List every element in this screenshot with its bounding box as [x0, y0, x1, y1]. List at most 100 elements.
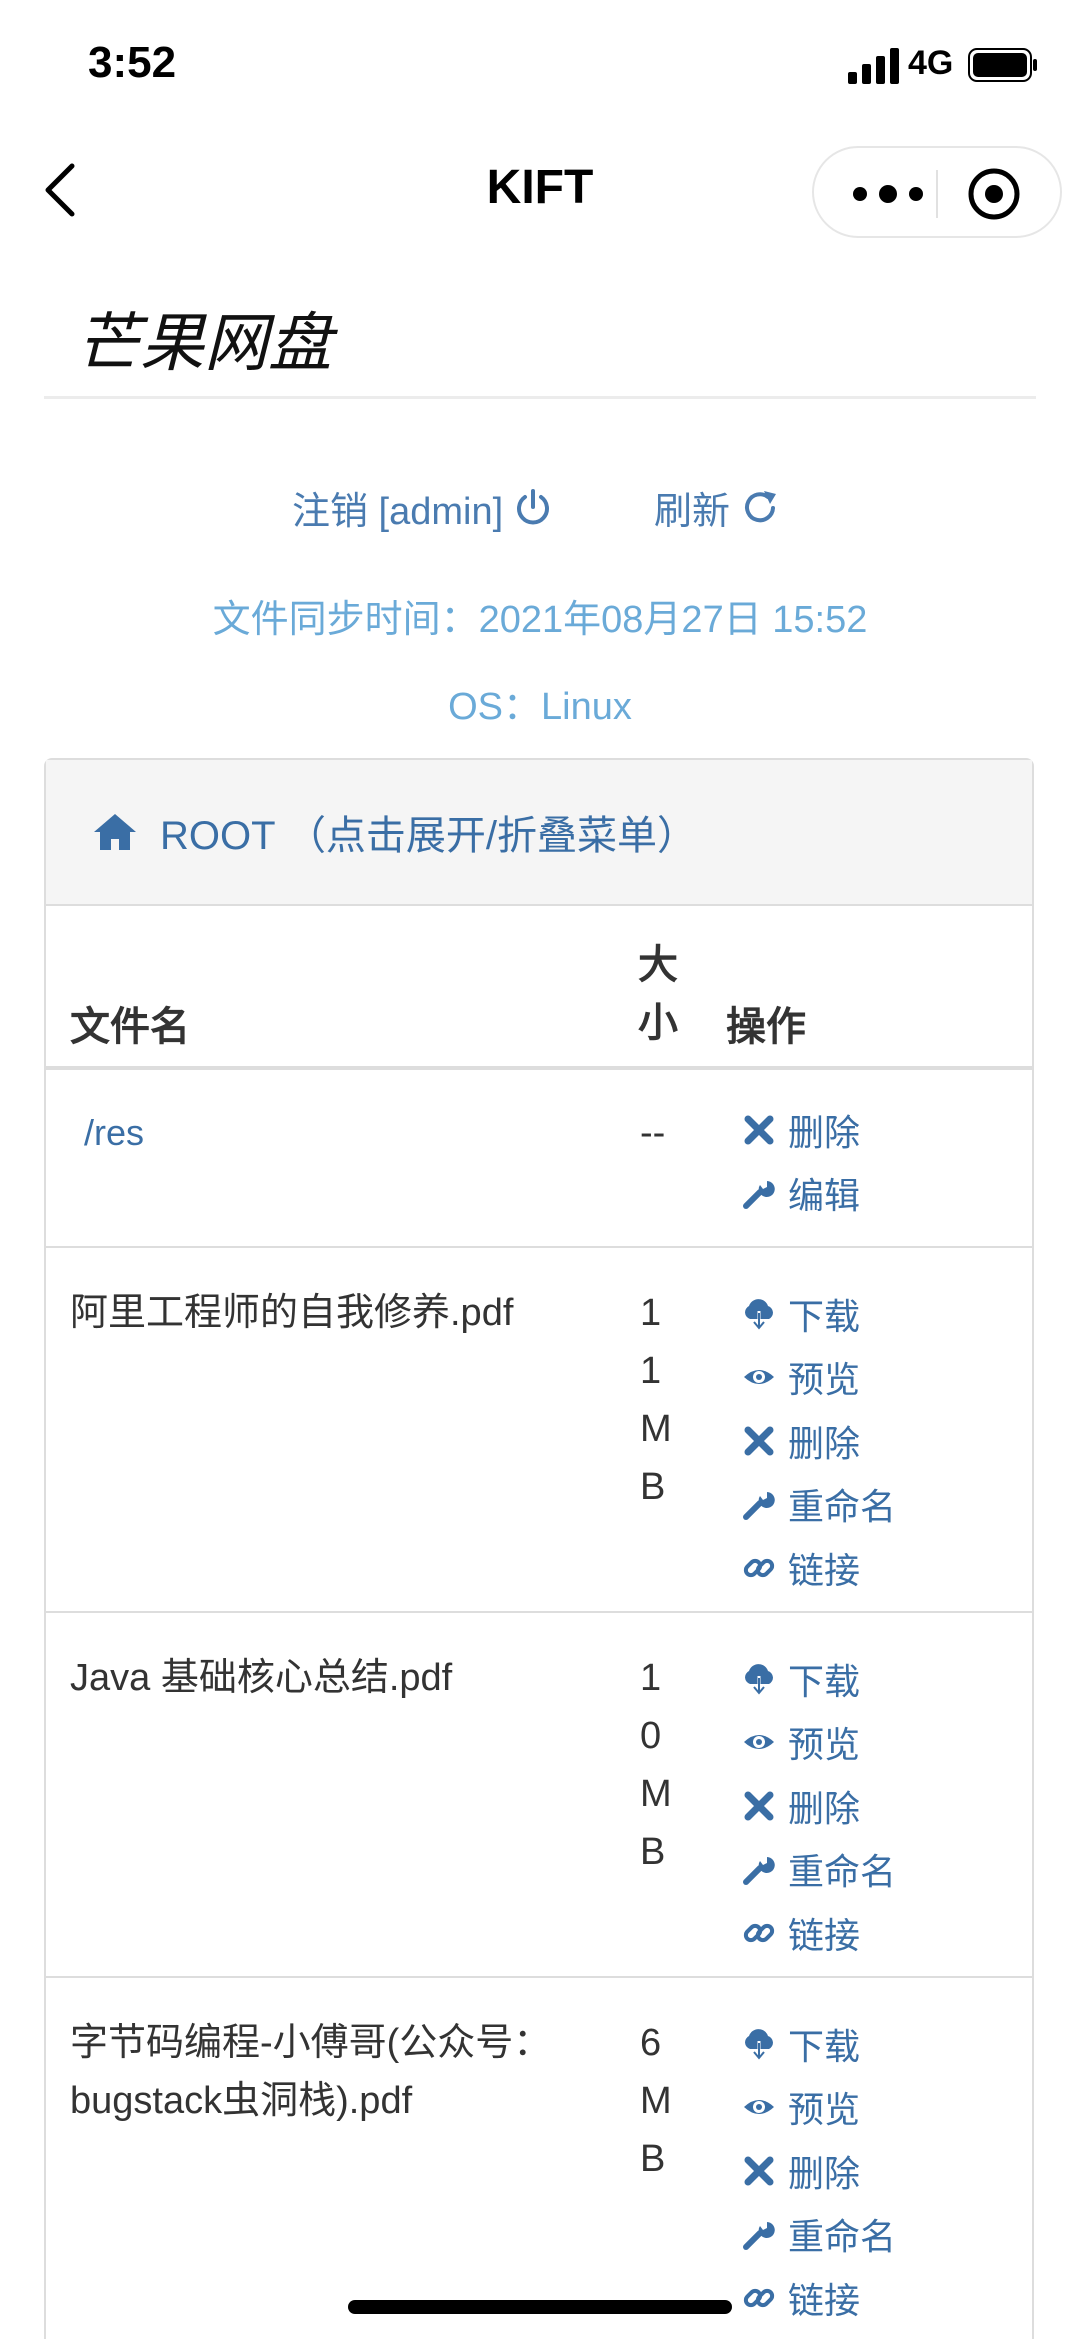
home-indicator[interactable]: [348, 2300, 732, 2314]
table-row: /res -- 删除 编辑: [46, 1070, 1032, 1248]
power-icon: [517, 488, 550, 524]
status-time: 3:52: [88, 38, 177, 87]
file-name-line1: 字节码编程-小傅哥(公众号：: [70, 2022, 552, 2064]
download-icon: [745, 1663, 773, 1696]
link-label: 链接: [788, 1914, 861, 1956]
link-button[interactable]: 链接: [742, 1901, 896, 1965]
rename-label: 重命名: [788, 2216, 897, 2258]
table-row: 字节码编程-小傅哥(公众号： bugstack虫洞栈).pdf 6 M B 下载…: [46, 1978, 1032, 2341]
header-size-line1: 大: [638, 943, 678, 987]
header-size-line2: 小: [638, 1001, 678, 1045]
download-label: 下载: [788, 1660, 861, 1702]
signal-icon: [848, 48, 899, 84]
edit-icon: [743, 1857, 775, 1886]
folder-link[interactable]: /res: [84, 1104, 604, 1162]
file-size-char: 0: [640, 1715, 662, 1757]
battery-icon: [968, 48, 1037, 82]
link-button[interactable]: 链接: [742, 1536, 896, 1600]
rename-label: 重命名: [788, 1851, 897, 1893]
rename-button[interactable]: 重命名: [742, 1838, 896, 1902]
brand-title: 芒果网盘: [76, 307, 332, 379]
rename-label: 重命名: [788, 1486, 897, 1528]
nav-bar: KIFT: [0, 130, 1080, 260]
file-size-char: M: [640, 1773, 672, 1815]
download-button[interactable]: 下载: [742, 1647, 896, 1711]
edit-icon: [743, 1492, 775, 1521]
rename-button[interactable]: 重命名: [742, 2203, 896, 2267]
delete-label: 删除: [788, 1422, 861, 1464]
delete-icon: [744, 2156, 774, 2186]
network-label: 4G: [908, 44, 954, 82]
preview-label: 预览: [788, 1724, 861, 1766]
table-row: 阿里工程师的自我修养.pdf 1 1 M B 下载 预览 删除 重命名 链接: [46, 1248, 1032, 1613]
root-label: ROOT （点击展开/折叠菜单）: [160, 814, 698, 858]
home-icon: [94, 814, 136, 850]
link-icon: [743, 1558, 775, 1577]
delete-icon: [744, 1791, 774, 1821]
file-size: --: [640, 1112, 666, 1154]
file-size-char: 6: [640, 2022, 662, 2064]
download-button[interactable]: 下载: [742, 2012, 896, 2076]
more-icon[interactable]: [848, 176, 938, 212]
row-ops: 下载 预览 删除 重命名 链接: [742, 2012, 896, 2330]
link-icon: [743, 2288, 775, 2307]
file-name: 字节码编程-小傅哥(公众号： bugstack虫洞栈).pdf: [70, 2014, 590, 2130]
rename-button[interactable]: 重命名: [742, 1473, 896, 1537]
preview-label: 预览: [788, 1359, 861, 1401]
delete-label: 删除: [788, 1111, 861, 1153]
capsule-divider: [936, 170, 938, 218]
row-ops: 下载 预览 删除 重命名 链接: [742, 1282, 896, 1600]
preview-icon: [744, 1735, 774, 1750]
refresh-icon: [745, 490, 777, 522]
os-info: OS：Linux: [448, 686, 632, 728]
edit-button[interactable]: 编辑: [742, 1162, 860, 1226]
file-name-line2: bugstack虫洞栈).pdf: [70, 2080, 413, 2122]
link-button[interactable]: 链接: [742, 2266, 896, 2330]
delete-button[interactable]: 删除: [742, 2139, 896, 2203]
status-bar: 3:52 4G: [0, 0, 1080, 130]
delete-label: 删除: [788, 2152, 861, 2194]
refresh-label: 刷新: [654, 491, 731, 533]
file-size: 6 M B: [640, 2014, 676, 2188]
file-size: 1 1 M B: [640, 1284, 676, 1516]
refresh-link[interactable]: 刷新: [654, 480, 780, 535]
delete-label: 删除: [788, 1787, 861, 1829]
preview-button[interactable]: 预览: [742, 1711, 896, 1775]
delete-button[interactable]: 删除: [742, 1774, 896, 1838]
download-icon: [745, 2028, 773, 2061]
file-size: 1 0 M B: [640, 1649, 676, 1881]
table-header: 文件名 大 小 操作: [46, 906, 1032, 1070]
link-label: 链接: [788, 2279, 861, 2321]
file-size-char: B: [640, 2138, 666, 2180]
file-size-char: M: [640, 1408, 672, 1450]
delete-icon: [744, 1426, 774, 1456]
preview-button[interactable]: 预览: [742, 2076, 896, 2140]
file-size-char: 1: [640, 1292, 662, 1334]
logout-link[interactable]: 注销 [admin]: [292, 480, 553, 535]
file-name: 阿里工程师的自我修养.pdf: [70, 1292, 514, 1334]
logout-label: 注销 [admin]: [292, 491, 504, 533]
download-button[interactable]: 下载: [742, 1282, 896, 1346]
row-ops: 删除 编辑: [742, 1098, 860, 1225]
sync-time: 文件同步时间：2021年08月27日 15:52: [212, 599, 868, 641]
edit-label: 编辑: [788, 1175, 861, 1217]
delete-button[interactable]: 删除: [742, 1098, 860, 1162]
preview-label: 预览: [788, 2089, 861, 2131]
root-toggle[interactable]: ROOT （点击展开/折叠菜单）: [46, 760, 1032, 906]
preview-icon: [744, 2100, 774, 2115]
download-label: 下载: [788, 2025, 861, 2067]
header-filename: 文件名: [70, 1005, 190, 1049]
header-size: 大 小: [638, 936, 678, 1052]
file-size-char: 1: [640, 1657, 662, 1699]
link-icon: [743, 1923, 775, 1942]
close-miniprogram-icon[interactable]: [966, 166, 1022, 222]
file-name: Java 基础核心总结.pdf: [70, 1657, 453, 1699]
delete-button[interactable]: 删除: [742, 1409, 896, 1473]
file-size-char: M: [640, 2080, 672, 2122]
download-icon: [745, 1298, 773, 1331]
edit-icon: [743, 1181, 775, 1210]
row-ops: 下载 预览 删除 重命名 链接: [742, 1647, 896, 1965]
preview-button[interactable]: 预览: [742, 1346, 896, 1410]
header-ops: 操作: [726, 1005, 806, 1049]
edit-icon: [743, 2222, 775, 2251]
